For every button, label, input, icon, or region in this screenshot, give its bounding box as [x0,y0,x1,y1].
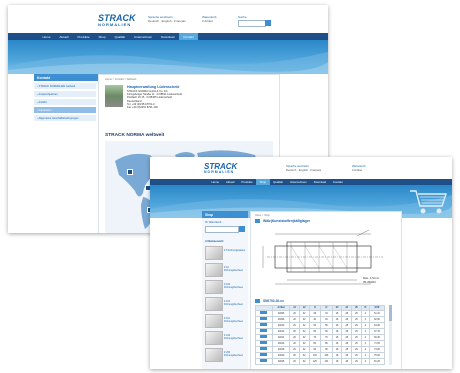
product-link[interactable]: Z 101 Führungsbuchsen [224,300,246,306]
add-to-cart-button[interactable] [260,341,268,345]
cart-link[interactable]: Warenkorb 0 Artikel [352,164,366,172]
location-marker[interactable] [127,169,133,175]
language-options[interactable]: Deutsch · English · Français [286,168,321,172]
drawing-title: Wälz(Kunststoffen)käfiglager [263,219,310,223]
product-link[interactable]: Z 110 Führungsbuchsen [224,317,246,323]
sidebar-title: Kontakt [34,74,98,81]
table-cell: 81,25 [369,358,385,366]
add-to-cart-button[interactable] [260,347,268,351]
product-thumbnail[interactable] [205,297,223,311]
table-cell: 20025 [271,358,291,366]
table-row: 20025 20 32 125 131 18 28 26 4 81,25 [255,358,385,366]
language-switch[interactable]: Sprache wechseln Deutsch · English · Fra… [286,164,321,172]
sidebar-item[interactable]: › STRACK NORMALIEN weltweit [34,83,96,90]
table-body: 20006 20 32 28 34 18 28 26 4 61,10 20008 20 32 40 46 18… [255,310,385,366]
banner-graphic [8,52,328,74]
sidebar-title: Shop [202,211,248,218]
product-thumbnail[interactable] [205,263,223,277]
add-to-cart-button[interactable] [260,311,268,315]
breadcrumb: Home > Kontakt > Weltweit [105,78,137,81]
nav-item-download[interactable]: Download [157,33,179,40]
cart-link[interactable]: Warenkorb 0 Artikel [202,15,217,23]
shop-sidebar: Ihr Warenkorb Artikelauswahl Z 5 Führung… [202,218,248,369]
product-link[interactable]: Z 100 Führungsbuchsen [224,283,246,289]
nav-item-qualit-t[interactable]: Qualität [110,33,129,40]
address-line: Fax +49 (0)2351 8701-100 [127,106,158,109]
nav-item-produkte[interactable]: Produkte [73,33,94,40]
nav-item-shop[interactable]: Shop [94,33,110,40]
sidebar-item[interactable]: › Ansprechpartner [34,91,96,98]
product-thumbnail[interactable] [205,280,223,294]
search-button[interactable] [265,20,271,26]
add-to-cart-button[interactable] [260,329,268,333]
logo-subtext: NORMALIEN [204,170,235,174]
search-area: Suche [238,15,247,19]
product-link[interactable]: Z 120 Führungsbuchsen [224,334,246,340]
sidebar-item[interactable]: › Anfahrt [34,99,96,106]
table-cell: 131 [320,358,333,366]
cart-count: 0 Artikel [352,168,362,172]
add-to-cart-button[interactable] [260,323,268,327]
table-cell: 20 [289,358,300,366]
product-link[interactable]: Z 200 Führungsbuchsen [224,351,246,357]
table-cell: 18 [331,358,343,366]
article-table: Artikel d1 d2 l1 l2 d3 d4 d5 l3 EUR 20006 20 32 28 34… [255,304,385,366]
collapse-icon[interactable] [255,219,260,223]
product-thumbnail[interactable] [205,331,223,345]
row-action-cell [255,358,273,366]
search-label: Suche [238,15,247,19]
product-link[interactable]: Z 10 Führungsbuchsen [224,266,246,272]
cart-count: 0 Artikel [202,19,213,23]
main-nav: Home Aktuell Produkte Shop Qualität Unternehm… [8,33,328,40]
table-cell: 28 [341,358,353,366]
nav-item-unternehmen[interactable]: Unternehmen [129,33,156,40]
strack-logo[interactable]: STRACK NORMALIEN [204,163,237,175]
cart-box-label: Ihr Warenkorb [205,221,222,224]
sidebar-item[interactable]: › Impressum [34,107,96,114]
search-button[interactable] [239,226,245,232]
nav-item-kontakt[interactable]: Kontakt [178,33,199,40]
language-options[interactable]: Deutsch · English · Français [148,19,186,23]
add-to-cart-button[interactable] [260,317,268,321]
table-cell: 26 [351,358,362,366]
product-link[interactable]: Z 5 Führungssäulen [224,249,246,252]
worldwide-heading: STRACK NORMA weltweit [105,133,165,138]
collapse-icon[interactable] [255,299,260,303]
drawing-note-hardness: 35-45HRC [363,280,377,284]
product-thumbnail[interactable] [205,314,223,328]
product-list-heading: Artikelauswahl [205,240,224,243]
table-scrollbar[interactable] [389,305,392,365]
headquarters-photo [105,85,123,107]
table-cell: 4 [360,358,371,366]
header-banner [8,40,328,74]
strack-logo[interactable]: STRACK NORMALIEN [98,14,136,27]
breadcrumb: Home > Shop [255,214,270,217]
scrollbar-thumb[interactable] [389,305,392,321]
table-title: SN0702-20-xx [263,299,284,303]
add-to-cart-button[interactable] [260,359,268,363]
language-switch[interactable]: Sprache wechseln Deutsch · English · Fra… [148,15,186,23]
product-detail: Home > Shop Wälz(Kunststoffen)käfiglager… [250,211,402,369]
shop-page-window: STRACK NORMALIEN Sprache wechseln Deutsc… [150,157,452,369]
shopping-cart-icon [410,190,447,214]
table-cell: 125 [308,358,322,366]
add-to-cart-button[interactable] [260,353,268,357]
product-thumbnail[interactable] [205,246,223,260]
company-title: Hauptverwaltung Lüdenscheid [127,85,180,89]
product-thumbnail[interactable] [205,348,223,362]
add-to-cart-button[interactable] [260,335,268,339]
logo-subtext: NORMALIEN [98,22,132,27]
nav-item-aktuell[interactable]: Aktuell [55,33,73,40]
sidebar-item[interactable]: › Allgemeine Geschäftsbedingungen [34,115,96,122]
search-input[interactable] [205,226,239,233]
table-cell: 32 [298,358,310,366]
search-input[interactable] [238,20,266,27]
nav-item-home[interactable]: Home [38,33,55,40]
